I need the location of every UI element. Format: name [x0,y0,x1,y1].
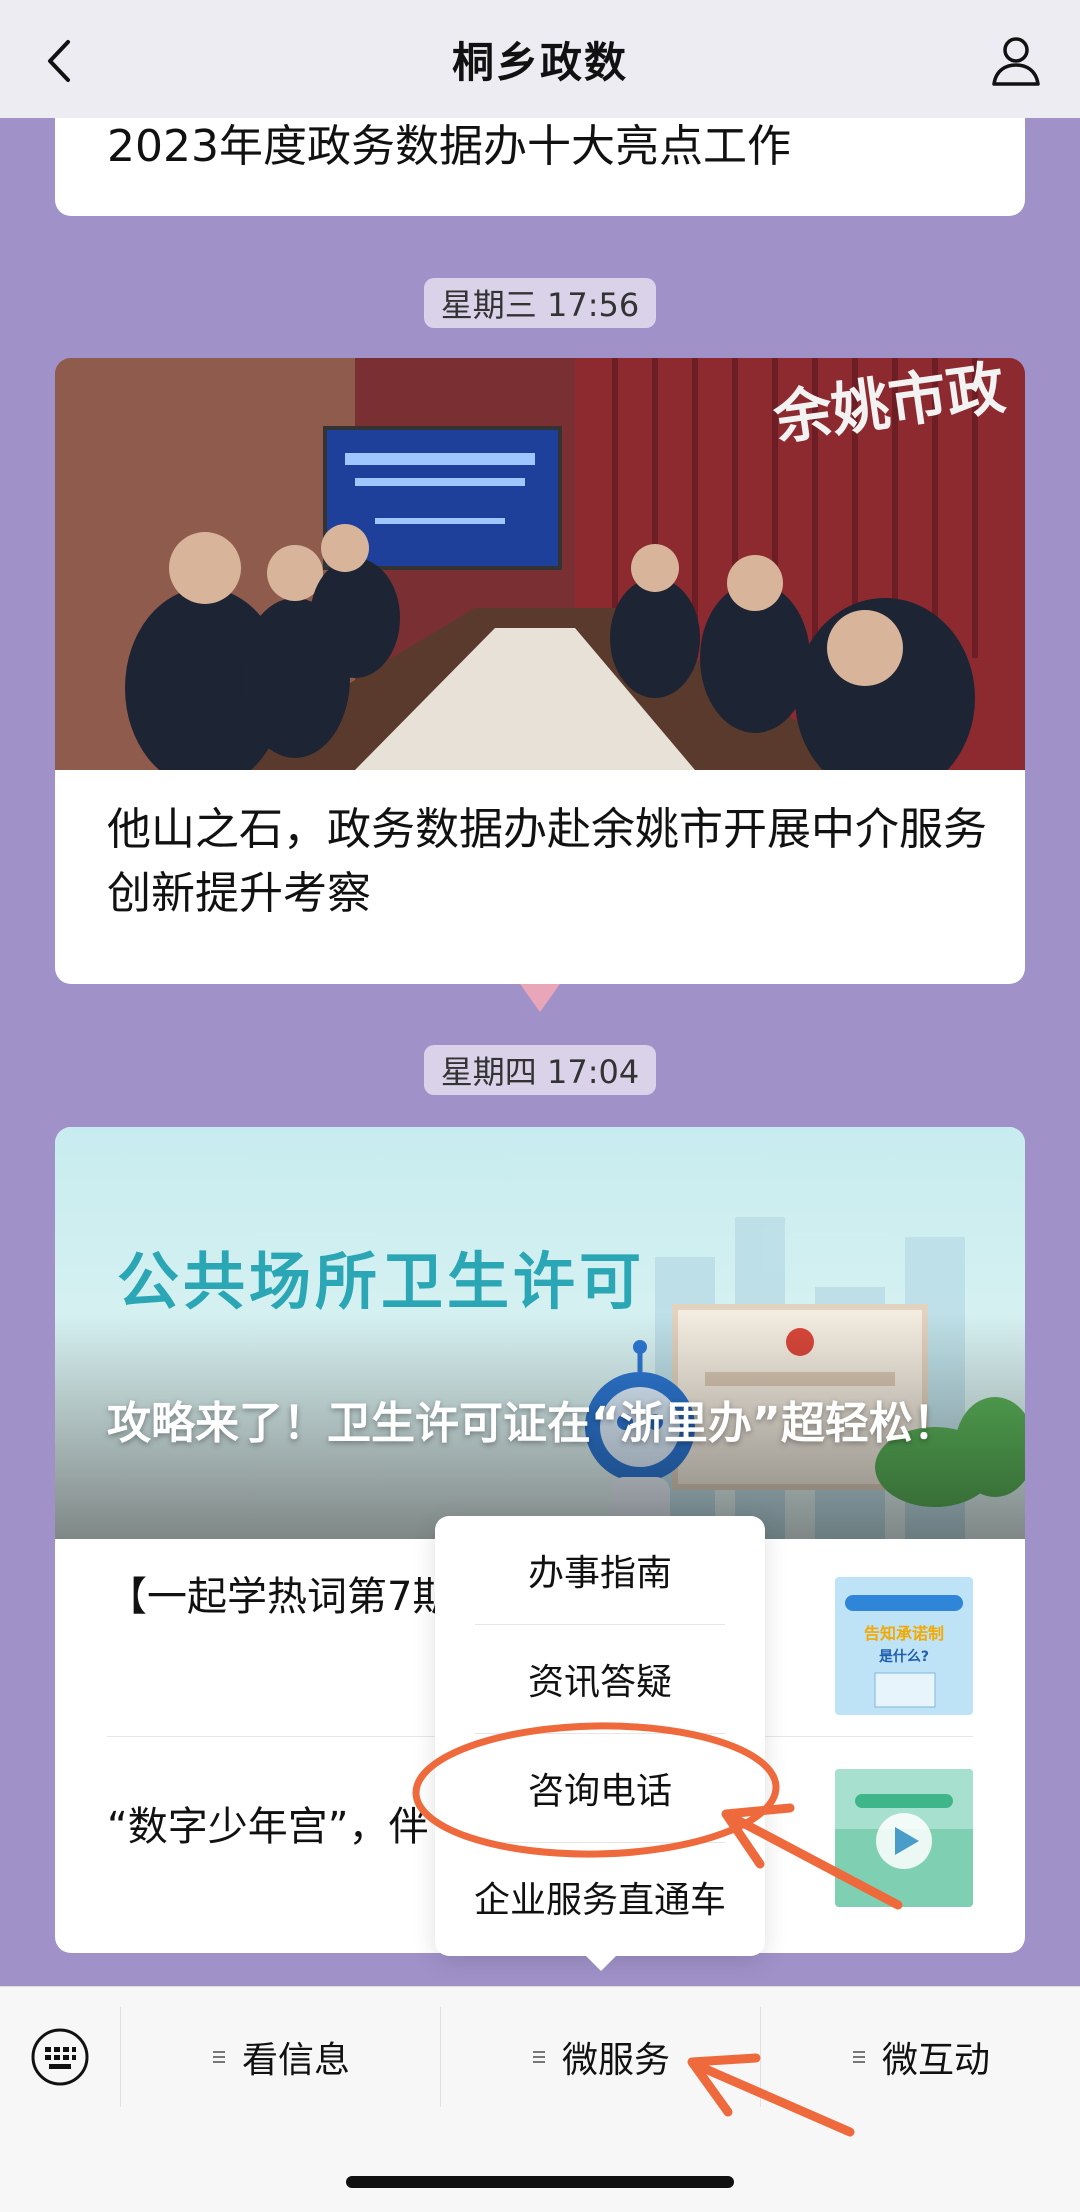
meeting-photo: 余姚市政 [55,358,1025,770]
back-arrow-icon[interactable] [36,36,86,86]
article-card-2[interactable]: 余姚市政 他山之石，政务数据办赴余姚市开展中介服务创新提升考察 [55,358,1025,984]
menu-item-hotline[interactable]: 咨询电话 [435,1734,765,1842]
page-title: 桐乡政数 [451,37,628,87]
menu-lines-icon [212,2051,225,2063]
timestamp: 星期四 17:04 [424,1045,656,1095]
popup-pointer [585,1955,617,1971]
video-thumbnail [835,1769,973,1907]
home-indicator[interactable] [346,2176,734,2188]
thumbnail-image: 告知承诺制 是什么? [835,1577,973,1715]
header-bar: 桐乡政数 [0,0,1080,118]
menu-button-info[interactable]: 看信息 [120,1987,440,2127]
card-tail-decoration [520,984,560,1012]
menu-lines-icon [532,2051,545,2063]
svg-text:是什么?: 是什么? [879,1648,929,1665]
timestamp: 星期三 17:56 [424,278,656,328]
menu-button-label: 看信息 [241,2040,350,2081]
menu-button-interact[interactable]: 微互动 [760,1987,1080,2127]
article-title: 2023年度政务数据办十大亮点工作 [107,121,791,172]
svg-text:告知承诺制: 告知承诺制 [864,1624,944,1643]
menu-lines-icon [852,2051,865,2063]
menu-button-service[interactable]: 微服务 [440,1987,760,2127]
service-popup-menu: 办事指南 资讯答疑 咨询电话 企业服务直通车 [435,1516,765,1956]
keyboard-icon[interactable] [30,2027,90,2087]
menu-item-guide[interactable]: 办事指南 [435,1516,765,1624]
profile-icon[interactable] [988,32,1044,88]
banner-title: 公共场所卫生许可 [117,1245,646,1318]
menu-button-label: 微互动 [881,2040,990,2081]
article-title: 他山之石，政务数据办赴余姚市开展中介服务创新提升考察 [107,804,987,919]
menu-item-enterprise-service[interactable]: 企业服务直通车 [435,1843,765,1951]
banner-image [55,1127,1025,1539]
menu-item-qa[interactable]: 资讯答疑 [435,1625,765,1733]
menu-button-label: 微服务 [561,2040,670,2081]
banner-headline: 攻略来了！卫生许可证在“浙里办”超轻松！ [107,1398,957,1449]
